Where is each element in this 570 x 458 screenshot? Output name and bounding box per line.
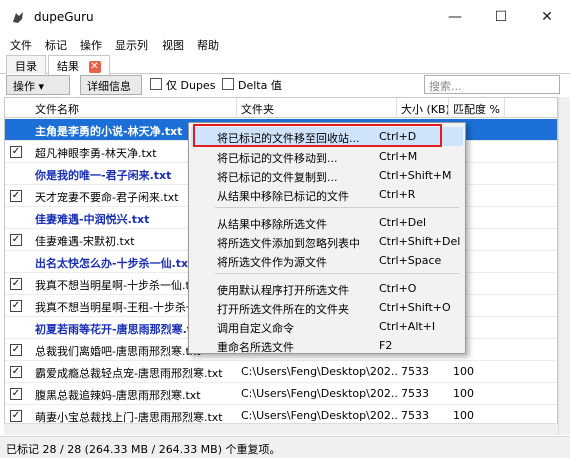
tab-directories[interactable]: 目录 — [6, 55, 46, 74]
context-menu-item[interactable]: 将所选文件作为源文件 Ctrl+Space — [191, 251, 463, 270]
delta-label: Delta 值 — [238, 79, 282, 92]
menu-columns[interactable]: 显示列 — [115, 37, 148, 53]
menu-file[interactable]: 文件 — [10, 37, 32, 53]
context-menu-shortcut: Ctrl+O — [379, 282, 417, 295]
tab-label: 结果 — [57, 60, 79, 73]
context-menu-label: 重命名所选文件 — [217, 341, 294, 354]
context-menu-label: 从结果中移除已标记的文件 — [217, 190, 349, 203]
context-menu-item[interactable]: 从结果中移除所选文件 Ctrl+Del — [191, 213, 463, 232]
context-menu-shortcut: Ctrl+Del — [379, 216, 427, 229]
context-menu-item[interactable]: 将已标记的文件移动到... Ctrl+M — [191, 147, 463, 166]
context-menu: 将已标记的文件移至回收站... Ctrl+D 将已标记的文件移动到... Ctrl+M… — [188, 122, 466, 354]
context-menu-label: 打开所选文件所在的文件夹 — [217, 303, 349, 316]
actions-dropdown-button[interactable]: 操作 ▾ — [6, 75, 70, 95]
context-menu-label: 使用默认程序打开所选文件 — [217, 284, 349, 297]
context-menu-label: 将所选文件添加到忽略列表中 — [217, 237, 360, 250]
vertical-scrollbar[interactable] — [558, 97, 570, 435]
table-header: 文件名称 文件夹 大小 (KB) 匹配度 % — [5, 98, 557, 118]
context-menu-shortcut: Ctrl+M — [379, 150, 418, 163]
context-menu-item[interactable]: 使用默认程序打开所选文件 Ctrl+O — [191, 279, 463, 298]
maximize-button[interactable]: ☐ — [478, 0, 524, 34]
context-menu-item[interactable]: 将所选文件添加到忽略列表中 Ctrl+Shift+Del — [191, 232, 463, 251]
table-row[interactable]: ✓ 腹黑总裁追辣妈-唐思雨邢烈寒.txt C:\Users\Feng\Desktop… — [5, 383, 557, 405]
dupes-only-label: 仅 Dupes — [166, 79, 216, 92]
menu-bar: 文件 标记 操作 显示列 视图 帮助 — [0, 34, 570, 54]
dupes-only-checkbox[interactable] — [150, 78, 162, 90]
app-icon — [13, 12, 23, 23]
menu-help[interactable]: 帮助 — [197, 37, 219, 53]
menu-mark[interactable]: 标记 — [45, 37, 67, 53]
cell-match: 100 — [453, 365, 474, 378]
column-header-folder[interactable]: 文件夹 — [237, 98, 397, 118]
context-menu-item[interactable]: 打开所选文件所在的文件夹 Ctrl+Shift+O — [191, 298, 463, 317]
context-menu-item[interactable]: 调用自定义命令 Ctrl+Alt+I — [191, 317, 463, 336]
context-menu-separator — [215, 273, 459, 274]
context-menu-label: 将所选文件作为源文件 — [217, 256, 327, 269]
context-menu-item[interactable]: 将已标记的文件复制到... Ctrl+Shift+M — [191, 166, 463, 185]
cell-folder: C:\Users\Feng\Desktop\202... — [241, 365, 397, 378]
context-menu-shortcut: Ctrl+Shift+Del — [379, 235, 461, 248]
context-menu-item[interactable]: 重命名所选文件 F2 — [191, 336, 463, 355]
delta-checkbox[interactable] — [222, 78, 234, 90]
tab-results[interactable]: 结果 ✕ — [48, 55, 110, 75]
column-header-match[interactable]: 匹配度 % — [449, 98, 505, 118]
close-button[interactable]: ✕ — [524, 0, 570, 34]
context-menu-label: 将已标记的文件移动到... — [217, 152, 338, 165]
table-row[interactable]: ✓ 霸爱成瘾总裁轻点宠-唐思雨邢烈寒.txt C:\Users\Feng\Deskt… — [5, 361, 557, 383]
title-bar: dupeGuru — ☐ ✕ — [0, 0, 570, 34]
minimize-button[interactable]: — — [432, 0, 478, 34]
horizontal-scrollbar[interactable] — [4, 423, 558, 435]
cell-match: 100 — [453, 387, 474, 400]
context-menu-shortcut: Ctrl+Shift+M — [379, 169, 452, 182]
status-bar: 已标记 28 / 28 (264.33 MB / 264.33 MB) 个重复项… — [0, 436, 570, 458]
cell-folder: C:\Users\Feng\Desktop\202... — [241, 387, 397, 400]
highlight-annotation — [193, 124, 442, 147]
context-menu-label: 调用自定义命令 — [217, 322, 294, 335]
column-header-size[interactable]: 大小 (KB) — [397, 98, 449, 118]
cell-filename: 腹黑总裁追辣妈-唐思雨邢烈寒.txt — [35, 389, 201, 402]
toolbar: 操作 ▾ 详细信息 仅 Dupes Delta 值 搜索... — [0, 74, 570, 96]
context-menu-label: 将已标记的文件复制到... — [217, 171, 338, 184]
context-menu-label: 从结果中移除所选文件 — [217, 218, 327, 231]
cell-size: 7533 — [401, 365, 429, 378]
menu-view[interactable]: 视图 — [162, 37, 184, 53]
status-text: 已标记 28 / 28 (264.33 MB / 264.33 MB) 个重复项… — [6, 443, 281, 456]
search-input[interactable]: 搜索... — [424, 75, 560, 94]
tab-bar: 目录 结果 ✕ — [0, 54, 570, 75]
menu-actions[interactable]: 操作 — [80, 37, 102, 53]
details-button[interactable]: 详细信息 — [80, 75, 142, 95]
context-menu-separator — [215, 207, 459, 208]
window-title: dupeGuru — [34, 10, 94, 24]
column-header-filename[interactable]: 文件名称 — [5, 98, 237, 118]
cell-size: 7533 — [401, 387, 429, 400]
context-menu-shortcut: Ctrl+Shift+O — [379, 301, 451, 314]
close-icon[interactable]: ✕ — [88, 61, 101, 73]
context-menu-shortcut: F2 — [379, 339, 393, 352]
context-menu-shortcut: Ctrl+R — [379, 188, 416, 201]
context-menu-shortcut: Ctrl+Alt+I — [379, 320, 436, 333]
context-menu-shortcut: Ctrl+Space — [379, 254, 442, 267]
tab-label: 目录 — [15, 60, 37, 73]
context-menu-item[interactable]: 从结果中移除已标记的文件 Ctrl+R — [191, 185, 463, 204]
cell-filename: 霸爱成瘾总裁轻点宠-唐思雨邢烈寒.txt — [35, 367, 223, 380]
